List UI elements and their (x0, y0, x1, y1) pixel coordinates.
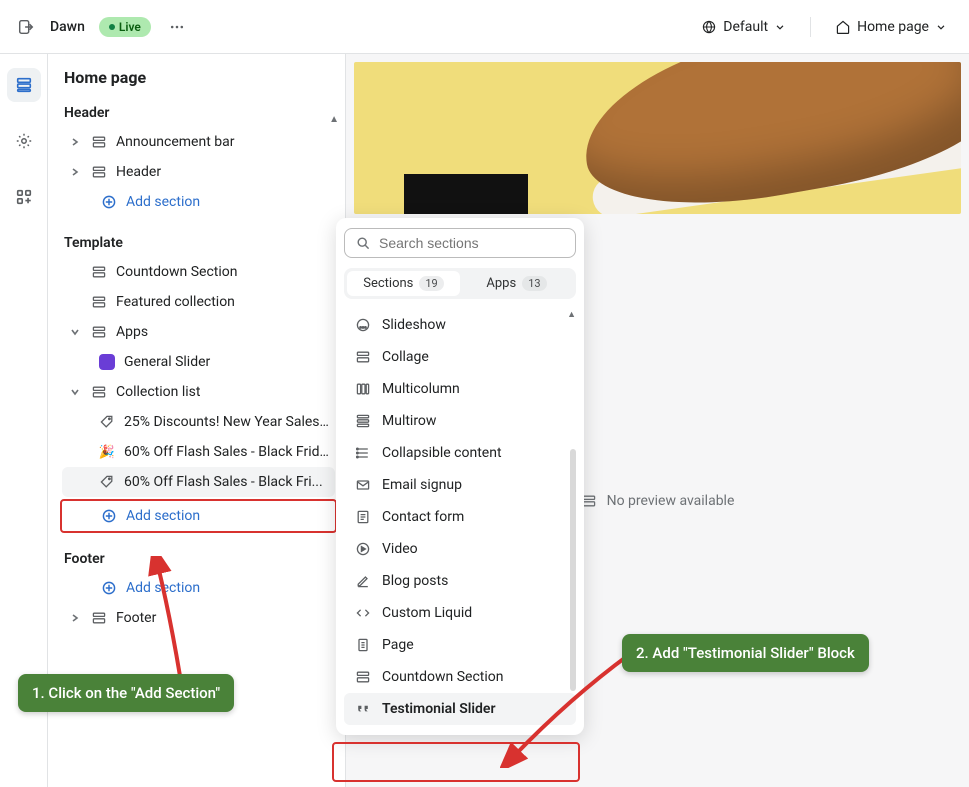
add-section-footer-button[interactable]: Add section (62, 573, 335, 603)
theme-name: Dawn (50, 19, 85, 35)
live-badge: Live (99, 17, 151, 37)
plus-circle-icon (100, 580, 118, 596)
section-icon (90, 264, 108, 280)
app-purple-icon (98, 354, 116, 370)
mail-icon (354, 477, 372, 493)
section-option[interactable]: Slideshow (344, 309, 576, 341)
section-icon (90, 324, 108, 340)
section-option[interactable]: Collage (344, 341, 576, 373)
exit-icon[interactable] (16, 17, 36, 37)
section-option[interactable]: Page (344, 629, 576, 661)
edit-icon (354, 573, 372, 589)
section-option[interactable]: Collapsible content (344, 437, 576, 469)
page-select[interactable]: Home page (829, 15, 953, 39)
form-icon (354, 509, 372, 525)
sections-popover: Sections 19 Apps 13 ▲ SlideshowCollageMu… (336, 218, 584, 735)
tag-icon (98, 414, 116, 430)
page-icon (354, 637, 372, 653)
section-option[interactable]: Email signup (344, 469, 576, 501)
sidebar-item[interactable]: 25% Discounts! New Year Sales... (62, 407, 335, 437)
top-bar-left: Dawn Live (16, 15, 189, 39)
section-icon (354, 669, 372, 685)
section-option[interactable]: Testimonial Slider (344, 693, 576, 725)
rows-icon (354, 413, 372, 429)
quote-icon (354, 701, 372, 717)
chevron-right-icon (68, 167, 82, 177)
search-sections-input[interactable] (344, 228, 576, 258)
header-group-title: Header (64, 105, 335, 121)
section-option[interactable]: Contact form (344, 501, 576, 533)
locale-select[interactable]: Default (695, 15, 792, 39)
collapse-caret-icon[interactable]: ▲ (329, 114, 339, 125)
section-option[interactable]: Countdown Section (344, 661, 576, 693)
sidebar-item[interactable]: Collection list (62, 377, 335, 407)
slideshow-icon (354, 317, 372, 333)
scroll-up-icon[interactable]: ▲ (567, 309, 576, 320)
search-icon (355, 235, 371, 251)
sidebar-item[interactable]: Header (62, 157, 335, 187)
search-input-field[interactable] (379, 235, 565, 251)
columns-icon (354, 381, 372, 397)
more-actions-button[interactable] (165, 15, 189, 39)
sparkle-icon: 🎉 (98, 445, 116, 460)
sidebar-item[interactable]: Countdown Section (62, 257, 335, 287)
section-option[interactable]: Multicolumn (344, 373, 576, 405)
divider (810, 17, 811, 37)
scrollbar[interactable] (570, 449, 576, 691)
chevron-icon (68, 327, 82, 337)
section-icon (90, 384, 108, 400)
plus-circle-icon (100, 508, 118, 524)
top-bar: Dawn Live Default Home page (0, 0, 969, 54)
tag-icon (98, 474, 116, 490)
home-icon (835, 19, 851, 35)
sidebar-item[interactable]: General Slider (62, 347, 335, 377)
section-icon (354, 349, 372, 365)
tab-apps[interactable]: Apps 13 (460, 271, 573, 296)
play-icon (354, 541, 372, 557)
section-icon (90, 164, 108, 180)
page-title: Home page (62, 68, 335, 87)
sidebar-item[interactable]: 🎉60% Off Flash Sales - Black Frid... (62, 437, 335, 467)
add-section-header-button[interactable]: Add section (62, 187, 335, 217)
sidebar-item[interactable]: 60% Off Flash Sales - Black Fri... (62, 467, 335, 497)
callout-step-1: 1. Click on the "Add Section" (18, 674, 234, 712)
list-icon (354, 445, 372, 461)
template-group-title: Template (64, 235, 335, 251)
section-list[interactable]: ▲ SlideshowCollageMulticolumnMultirowCol… (344, 309, 576, 725)
chevron-right-icon (68, 613, 82, 623)
popover-tabs: Sections 19 Apps 13 (344, 268, 576, 299)
settings-tab-icon[interactable] (7, 124, 41, 158)
sections-tab-icon[interactable] (7, 68, 41, 102)
preview-hero-image (354, 62, 961, 214)
chevron-down-icon (935, 21, 947, 33)
section-icon (90, 134, 108, 150)
section-option[interactable]: Multirow (344, 405, 576, 437)
section-icon (90, 294, 108, 310)
footer-group-title: Footer (64, 551, 335, 567)
callout-step-2: 2. Add "Testimonial Slider" Block (622, 634, 869, 672)
add-section-template-button[interactable]: Add section (62, 501, 335, 531)
apps-tab-icon[interactable] (7, 180, 41, 214)
globe-icon (701, 19, 717, 35)
sidebar-item[interactable]: Apps (62, 317, 335, 347)
top-bar-right: Default Home page (695, 15, 953, 39)
sidebar-item[interactable]: Footer (62, 603, 335, 633)
code-icon (354, 605, 372, 621)
section-option[interactable]: Custom Liquid (344, 597, 576, 629)
chevron-right-icon (68, 137, 82, 147)
chevron-icon (68, 387, 82, 397)
chevron-down-icon (774, 21, 786, 33)
section-icon (90, 610, 108, 626)
plus-circle-icon (100, 194, 118, 210)
sidebar-item[interactable]: Announcement bar (62, 127, 335, 157)
tab-sections[interactable]: Sections 19 (347, 271, 460, 296)
sidebar-item[interactable]: Featured collection (62, 287, 335, 317)
section-option[interactable]: Blog posts (344, 565, 576, 597)
section-option[interactable]: Video (344, 533, 576, 565)
